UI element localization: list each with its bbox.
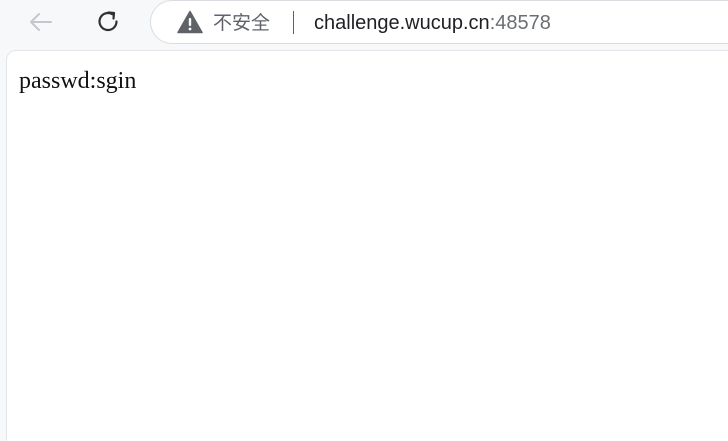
back-button[interactable] bbox=[23, 4, 59, 40]
browser-window: 不安全 challenge.wucup.cn:48578 passwd:sgin bbox=[0, 0, 728, 441]
url-host: challenge.wucup.cn bbox=[314, 12, 490, 34]
page-viewport: passwd:sgin bbox=[6, 50, 728, 441]
address-bar[interactable]: 不安全 challenge.wucup.cn:48578 bbox=[150, 0, 728, 44]
reload-icon bbox=[98, 11, 118, 32]
url-port: :48578 bbox=[489, 12, 551, 34]
arrow-left-icon bbox=[30, 13, 52, 31]
warning-triangle-icon[interactable] bbox=[177, 10, 203, 34]
address-divider bbox=[293, 11, 294, 34]
browser-toolbar: 不安全 challenge.wucup.cn:48578 bbox=[0, 0, 728, 46]
security-status-label[interactable]: 不安全 bbox=[213, 10, 270, 36]
reload-button[interactable] bbox=[90, 4, 126, 40]
page-body-text: passwd:sgin bbox=[19, 68, 137, 94]
url-text[interactable]: challenge.wucup.cn:48578 bbox=[314, 10, 551, 36]
